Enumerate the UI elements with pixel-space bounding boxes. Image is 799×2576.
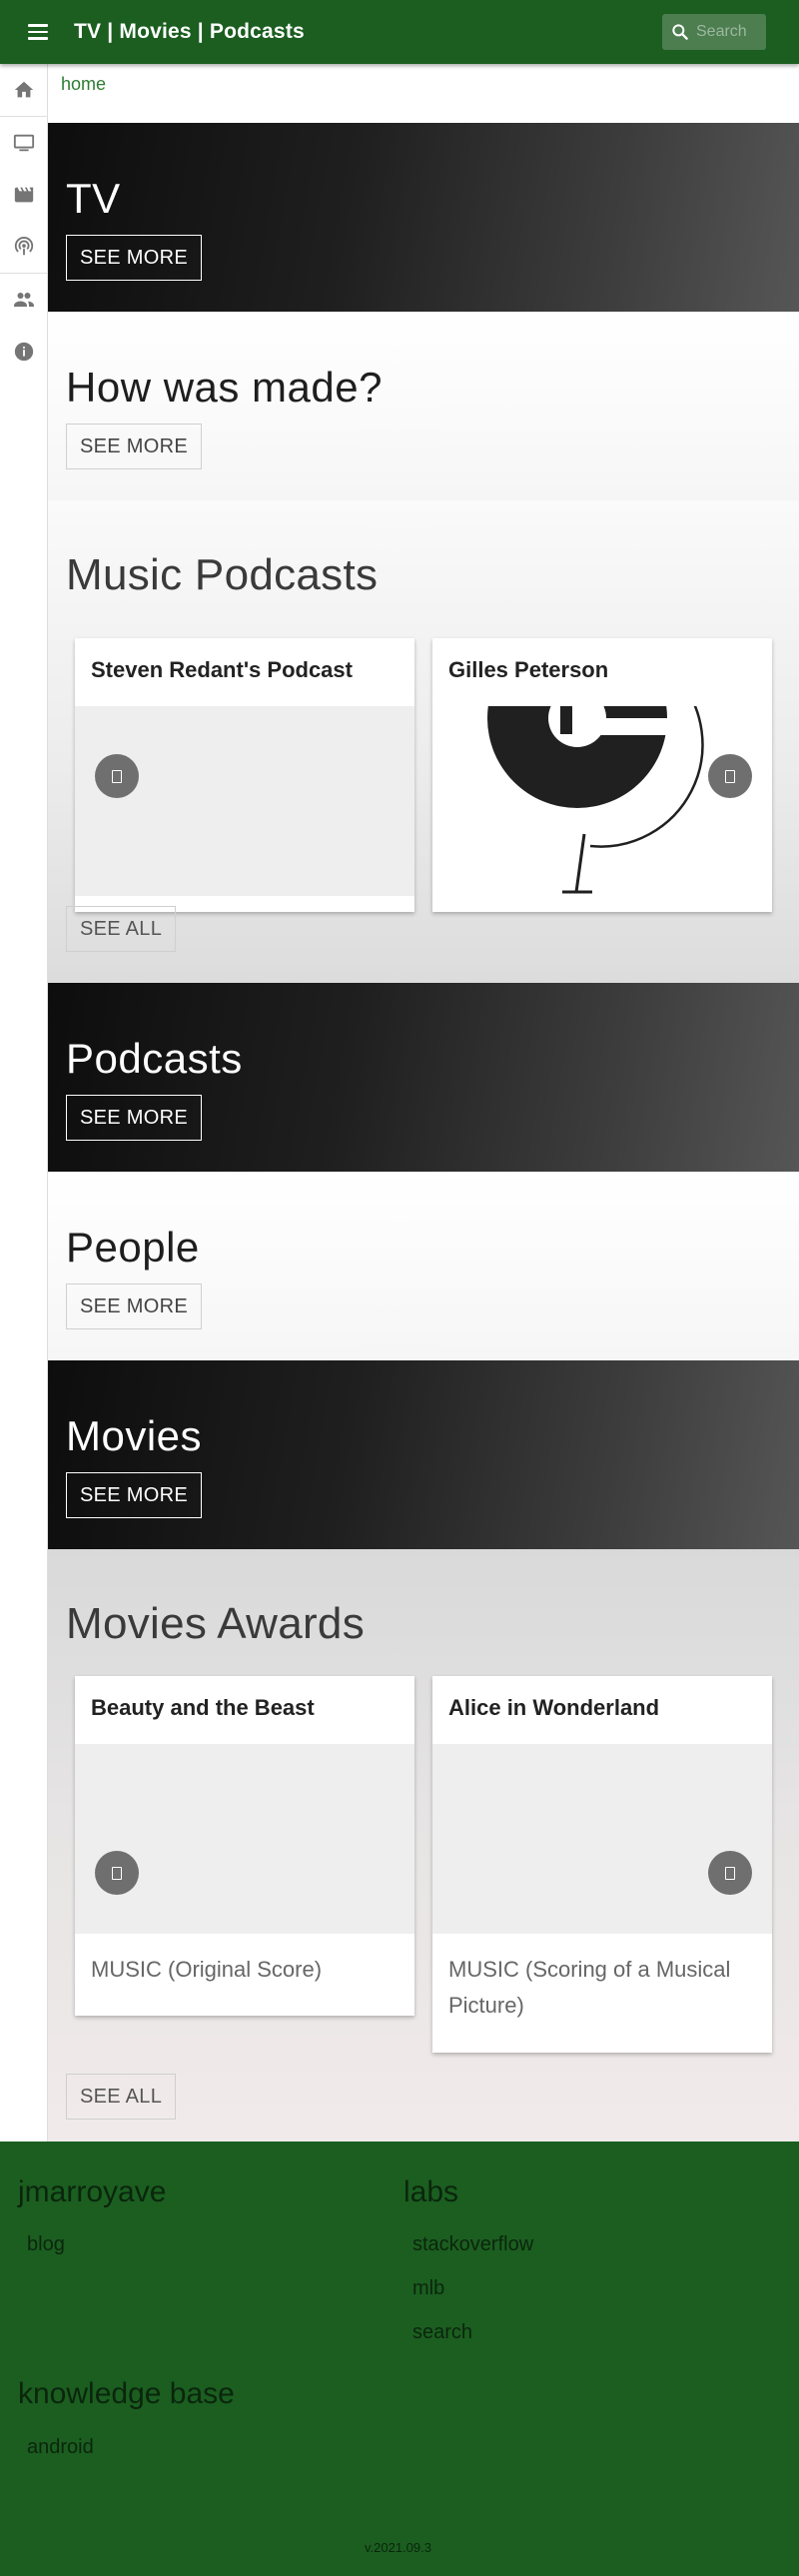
main-content: TV SEE MORE How was made? SEE MORE Music… xyxy=(48,123,799,2144)
home-icon xyxy=(14,81,34,98)
movies-banner: Movies SEE MORE xyxy=(48,1360,799,1549)
play-icon[interactable] xyxy=(708,1851,752,1895)
movies-awards-see-all-button[interactable]: SEE ALL xyxy=(66,2074,177,2120)
nav-item-tv[interactable] xyxy=(0,117,48,169)
tv-banner: TV SEE MORE xyxy=(48,123,799,312)
award-card[interactable]: Alice in Wonderland MUSIC (Scoring of a … xyxy=(432,1676,772,2053)
movies-see-more-button[interactable]: SEE MORE xyxy=(66,1472,202,1518)
podcasts-banner: Podcasts SEE MORE xyxy=(48,983,799,1172)
play-icon[interactable] xyxy=(95,1851,139,1895)
section-title-podcasts: Podcasts xyxy=(66,1035,243,1082)
nav-item-people[interactable] xyxy=(0,274,48,326)
footer-heading-knowledge-base: knowledge base xyxy=(18,2377,235,2410)
movie-icon xyxy=(14,187,34,203)
footer: jmarroyave blog labs stackoverflow mlb s… xyxy=(0,2142,799,2576)
play-icon[interactable] xyxy=(708,754,752,798)
info-icon xyxy=(14,342,34,362)
footer-link-blog[interactable]: blog xyxy=(27,2233,65,2256)
menu-icon[interactable] xyxy=(18,12,58,52)
podcast-card[interactable]: Gilles Peterson xyxy=(432,638,772,912)
search-input[interactable] xyxy=(696,23,762,41)
movies-awards-section: Movies Awards Beauty and the Beast MUSIC… xyxy=(48,1549,799,2144)
section-title-music-podcasts: Music Podcasts xyxy=(66,550,379,599)
nav-item-info[interactable] xyxy=(0,326,48,378)
footer-link-android[interactable]: android xyxy=(27,2436,94,2459)
award-category: MUSIC (Scoring of a Musical Picture) xyxy=(448,1957,731,2018)
card-title: Steven Redant's Podcast xyxy=(91,657,353,682)
award-category: MUSIC (Original Score) xyxy=(91,1957,323,1982)
people-see-more-button[interactable]: SEE MORE xyxy=(66,1284,202,1329)
tv-icon xyxy=(13,134,35,152)
nav-item-movies[interactable] xyxy=(0,169,48,221)
version-label: v.2021.09.3 xyxy=(365,2540,431,2555)
side-nav xyxy=(0,64,48,2142)
music-podcasts-see-all-button[interactable]: SEE ALL xyxy=(66,906,177,952)
music-podcasts-section: Music Podcasts Steven Redant's Podcast G… xyxy=(48,500,799,983)
card-image xyxy=(75,706,414,896)
people-icon xyxy=(14,293,34,307)
search-icon xyxy=(672,24,688,40)
card-image xyxy=(432,1744,772,1934)
section-title-movies: Movies xyxy=(66,1412,203,1459)
gilles-peterson-logo xyxy=(487,706,704,894)
section-title-tv: TV xyxy=(66,175,121,222)
tv-see-more-button[interactable]: SEE MORE xyxy=(66,235,202,281)
how-was-made-see-more-button[interactable]: SEE MORE xyxy=(66,424,202,469)
footer-link-mlb[interactable]: mlb xyxy=(412,2277,444,2300)
podcast-icon xyxy=(14,237,34,256)
nav-item-podcasts[interactable] xyxy=(0,221,48,273)
card-image xyxy=(75,1744,414,1934)
app-title[interactable]: TV | Movies | Podcasts xyxy=(74,20,305,44)
section-title-movies-awards: Movies Awards xyxy=(66,1599,365,1648)
footer-heading-labs: labs xyxy=(403,2175,459,2208)
section-title-people: People xyxy=(66,1224,200,1271)
card-title: Gilles Peterson xyxy=(448,657,609,682)
play-icon[interactable] xyxy=(95,754,139,798)
people-banner: People SEE MORE xyxy=(48,1172,799,1360)
card-title: Alice in Wonderland xyxy=(448,1695,660,1720)
how-was-made-banner: How was made? SEE MORE xyxy=(48,312,799,500)
podcasts-see-more-button[interactable]: SEE MORE xyxy=(66,1095,202,1141)
card-image xyxy=(432,706,772,896)
card-title: Beauty and the Beast xyxy=(91,1695,315,1720)
podcast-card[interactable]: Steven Redant's Podcast xyxy=(75,638,414,912)
search-box[interactable] xyxy=(662,14,766,50)
breadcrumb-home[interactable]: home xyxy=(61,74,106,95)
footer-heading-jmarroyave: jmarroyave xyxy=(18,2175,167,2208)
award-card[interactable]: Beauty and the Beast MUSIC (Original Sco… xyxy=(75,1676,414,2016)
nav-item-home[interactable] xyxy=(0,64,48,116)
footer-link-stackoverflow[interactable]: stackoverflow xyxy=(412,2233,533,2256)
section-title-how-was-made: How was made? xyxy=(66,364,383,411)
footer-link-search[interactable]: search xyxy=(412,2321,472,2344)
app-bar: TV | Movies | Podcasts xyxy=(0,0,799,64)
